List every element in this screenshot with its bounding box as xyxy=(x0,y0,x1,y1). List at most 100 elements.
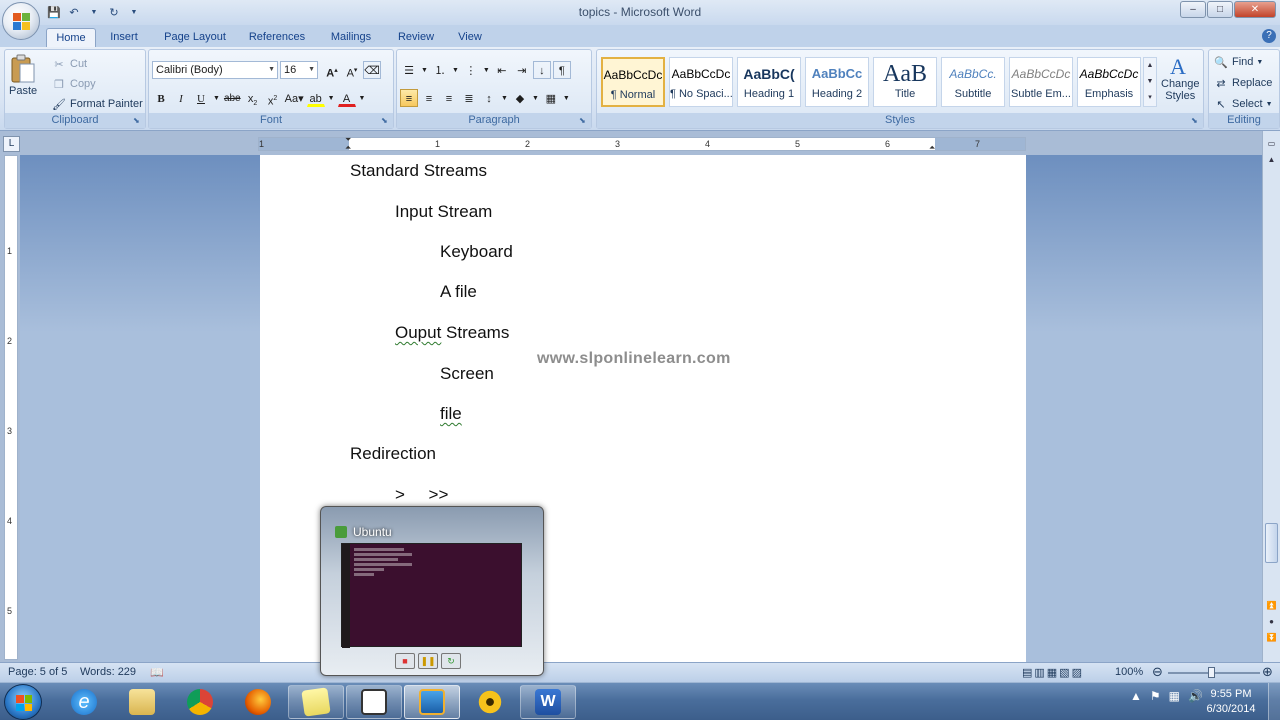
font-color-dropdown-icon[interactable]: ▼ xyxy=(358,89,367,107)
clock[interactable]: 9:55 PM 6/30/2014 xyxy=(1198,687,1264,717)
justify-icon[interactable]: ≣ xyxy=(460,89,478,107)
taskbar-chrome[interactable] xyxy=(172,685,228,719)
doc-line-input-stream[interactable]: Input Stream xyxy=(395,202,492,222)
bullets-icon[interactable]: ☰ xyxy=(400,61,418,79)
style-title[interactable]: AaB Title xyxy=(873,57,937,107)
taskbar-thumbnail-popup[interactable]: Ubuntu ■ ❚❚ ↻ xyxy=(320,506,544,676)
start-button[interactable] xyxy=(4,684,42,720)
underline-icon[interactable]: U xyxy=(192,89,210,107)
stop-icon[interactable]: ■ xyxy=(395,653,415,669)
close-button[interactable]: ✕ xyxy=(1234,1,1276,18)
shading-dropdown-icon[interactable]: ▼ xyxy=(531,89,540,107)
next-page-icon[interactable]: ⏬ xyxy=(1265,633,1278,646)
shading-icon[interactable]: ◆ xyxy=(511,89,529,107)
borders-icon[interactable]: ▦ xyxy=(542,89,560,107)
tab-review[interactable]: Review xyxy=(392,28,440,47)
doc-line-file[interactable]: file xyxy=(440,404,462,424)
align-right-icon[interactable]: ≡ xyxy=(440,89,458,107)
copy-button[interactable]: ❐ Copy xyxy=(51,76,96,92)
thumbnail-preview[interactable] xyxy=(341,543,522,648)
underline-dropdown-icon[interactable]: ▼ xyxy=(212,89,221,107)
hanging-indent-marker-icon[interactable]: ⏶ xyxy=(345,143,351,153)
page-count[interactable]: Page: 5 of 5 xyxy=(8,666,67,678)
font-launcher-icon[interactable]: ⬊ xyxy=(381,116,391,126)
grow-font-icon[interactable]: A▴ xyxy=(323,61,341,80)
tab-home[interactable]: Home xyxy=(46,28,96,47)
multilevel-dropdown-icon[interactable]: ▼ xyxy=(482,61,491,79)
office-button[interactable] xyxy=(2,2,40,40)
clear-formatting-icon[interactable]: ⌫ xyxy=(363,61,381,79)
reset-icon[interactable]: ↻ xyxy=(441,653,461,669)
cut-button[interactable]: ✂ Cut xyxy=(51,56,87,72)
action-center-icon[interactable]: ⚑ xyxy=(1150,689,1161,703)
style-subtle-emphasis[interactable]: AaBbCcDc Subtle Em... xyxy=(1009,57,1073,107)
replace-button[interactable]: ⇄ Replace xyxy=(1213,75,1272,91)
ruler-toggle-icon[interactable]: ▭ xyxy=(1265,139,1278,152)
misspelled-word[interactable]: Ouput xyxy=(395,323,441,342)
highlight-icon[interactable]: ab xyxy=(306,89,325,107)
doc-line-ouput-streams[interactable]: Ouput Streams xyxy=(395,323,509,343)
zoom-in-icon[interactable]: ⊕ xyxy=(1262,664,1273,680)
style-no-spacing[interactable]: AaBbCcDc ¶ No Spaci... xyxy=(669,57,733,107)
font-family-select[interactable]: Calibri (Body) ▼ xyxy=(152,61,278,79)
numbering-dropdown-icon[interactable]: ▼ xyxy=(451,61,460,79)
view-buttons[interactable]: ▤▥▦▧▨ xyxy=(1022,666,1084,679)
decrease-indent-icon[interactable]: ⇤ xyxy=(493,61,511,79)
highlight-dropdown-icon[interactable]: ▼ xyxy=(327,89,336,107)
vertical-scrollbar[interactable]: ▭ ▲ ⏫ ● ⏬ xyxy=(1262,131,1280,662)
bullets-dropdown-icon[interactable]: ▼ xyxy=(420,61,429,79)
select-browse-object-icon[interactable]: ● xyxy=(1265,617,1278,630)
superscript-icon[interactable]: x2 xyxy=(264,89,282,108)
taskbar-explorer[interactable] xyxy=(114,685,170,719)
numbering-icon[interactable]: ⒈ xyxy=(431,61,449,79)
style-subtitle[interactable]: AaBbCc. Subtitle xyxy=(941,57,1005,107)
font-size-select[interactable]: 16 ▼ xyxy=(280,61,318,79)
maximize-button[interactable]: □ xyxy=(1207,1,1233,18)
zoom-slider-thumb[interactable] xyxy=(1208,667,1215,678)
tab-insert[interactable]: Insert xyxy=(104,28,144,47)
doc-line-redirection[interactable]: Redirection xyxy=(350,444,436,464)
style-heading-2[interactable]: AaBbCc Heading 2 xyxy=(805,57,869,107)
scroll-up-icon[interactable]: ▲ xyxy=(1265,155,1278,168)
proofing-icon[interactable]: 📖 xyxy=(150,666,164,679)
paste-button[interactable]: Paste xyxy=(9,54,37,97)
increase-indent-icon[interactable]: ⇥ xyxy=(513,61,531,79)
align-left-icon[interactable]: ≡ xyxy=(400,89,418,107)
bold-icon[interactable]: B xyxy=(152,89,170,107)
line-spacing-dropdown-icon[interactable]: ▼ xyxy=(500,89,509,107)
style-normal[interactable]: AaBbCcDc ¶ Normal xyxy=(601,57,665,107)
align-center-icon[interactable]: ≡ xyxy=(420,89,438,107)
line-spacing-icon[interactable]: ↕ xyxy=(480,89,498,107)
doc-line-a-file[interactable]: A file xyxy=(440,282,477,302)
taskbar-word[interactable]: W xyxy=(520,685,576,719)
sort-icon[interactable]: ↓ xyxy=(532,61,551,79)
help-icon[interactable]: ? xyxy=(1262,29,1276,43)
zoom-level[interactable]: 100% xyxy=(1115,666,1143,678)
vertical-ruler[interactable]: 1 2 3 4 5 xyxy=(4,155,18,660)
previous-page-icon[interactable]: ⏫ xyxy=(1265,601,1278,614)
taskbar-virtualbox[interactable] xyxy=(404,685,460,719)
tab-mailings[interactable]: Mailings xyxy=(324,28,378,47)
pause-icon[interactable]: ❚❚ xyxy=(418,653,438,669)
subscript-icon[interactable]: x2 xyxy=(244,89,262,107)
doc-line-keyboard[interactable]: Keyboard xyxy=(440,242,513,262)
style-emphasis[interactable]: AaBbCcDc Emphasis xyxy=(1077,57,1141,107)
minimize-button[interactable]: – xyxy=(1180,1,1206,18)
taskbar-internet-explorer[interactable]: e xyxy=(56,685,112,719)
scroll-thumb[interactable] xyxy=(1265,523,1278,563)
tab-references[interactable]: References xyxy=(244,28,310,47)
taskbar-media-app[interactable] xyxy=(346,685,402,719)
tab-page-layout[interactable]: Page Layout xyxy=(158,28,232,47)
styles-launcher-icon[interactable]: ⬊ xyxy=(1191,116,1201,126)
show-formatting-marks-icon[interactable]: ¶ xyxy=(552,61,571,79)
style-heading-1[interactable]: AaBbC( Heading 1 xyxy=(737,57,801,107)
clipboard-launcher-icon[interactable]: ⬊ xyxy=(133,116,143,126)
select-button[interactable]: ↖ Select ▼ xyxy=(1213,96,1272,112)
right-indent-marker-icon[interactable]: ⏶ xyxy=(929,143,935,153)
show-desktop-button[interactable] xyxy=(1268,683,1280,720)
doc-line-redirect-operators[interactable]: > >> xyxy=(395,485,448,505)
find-button[interactable]: 🔍 Find ▼ xyxy=(1213,54,1263,70)
taskbar-firefox[interactable] xyxy=(230,685,286,719)
doc-line-standard-streams[interactable]: Standard Streams xyxy=(350,161,487,181)
change-case-icon[interactable]: Aa▾ xyxy=(284,89,305,107)
